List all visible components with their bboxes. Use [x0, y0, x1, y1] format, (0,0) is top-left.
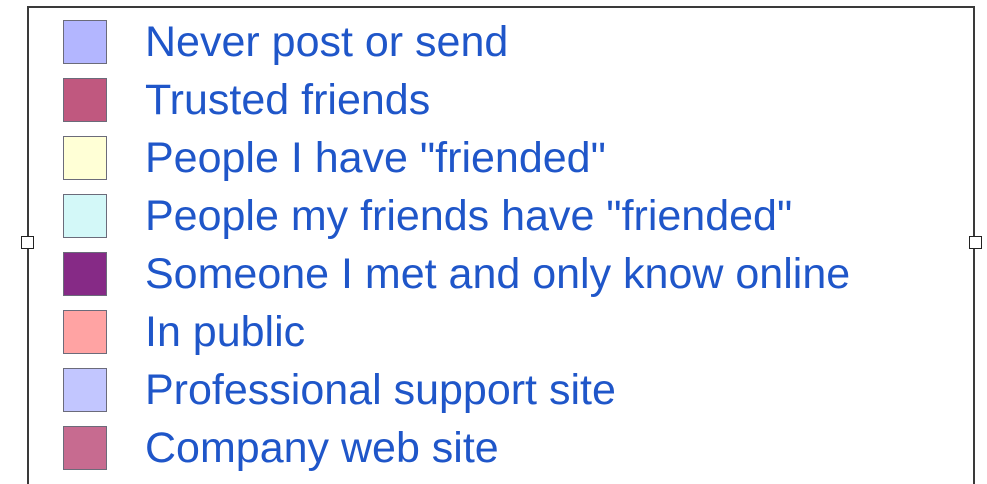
legend-entry: Company web site	[29, 420, 969, 478]
legend-entry: In public	[29, 304, 969, 362]
legend-swatch	[63, 136, 107, 180]
legend-swatch	[63, 20, 107, 64]
legend-label: People my friends have "friended"	[145, 192, 793, 240]
legend-label: Never post or send	[145, 18, 509, 66]
legend-swatch	[63, 194, 107, 238]
legend-swatch	[63, 426, 107, 470]
legend-box[interactable]: Never post or send Trusted friends Peopl…	[27, 6, 975, 484]
legend-label: Trusted friends	[145, 76, 431, 124]
legend-entry: People I have "friended"	[29, 130, 969, 188]
resize-handle-left[interactable]	[21, 236, 34, 249]
legend-label: People I have "friended"	[145, 134, 606, 182]
legend-entry: Professional support site	[29, 362, 969, 420]
legend-label: In public	[145, 308, 306, 356]
legend-swatch	[63, 310, 107, 354]
legend-swatch	[63, 78, 107, 122]
legend-entry: Never post or send	[29, 14, 969, 72]
legend-entry: Trusted friends	[29, 72, 969, 130]
legend-swatch	[63, 368, 107, 412]
legend-entry: People my friends have "friended"	[29, 188, 969, 246]
legend-swatch	[63, 252, 107, 296]
legend-label: Someone I met and only know online	[145, 250, 851, 298]
resize-handle-right[interactable]	[969, 236, 982, 249]
legend-label: Company web site	[145, 424, 499, 472]
legend-label: Professional support site	[145, 366, 616, 414]
legend-entry: Someone I met and only know online	[29, 246, 969, 304]
